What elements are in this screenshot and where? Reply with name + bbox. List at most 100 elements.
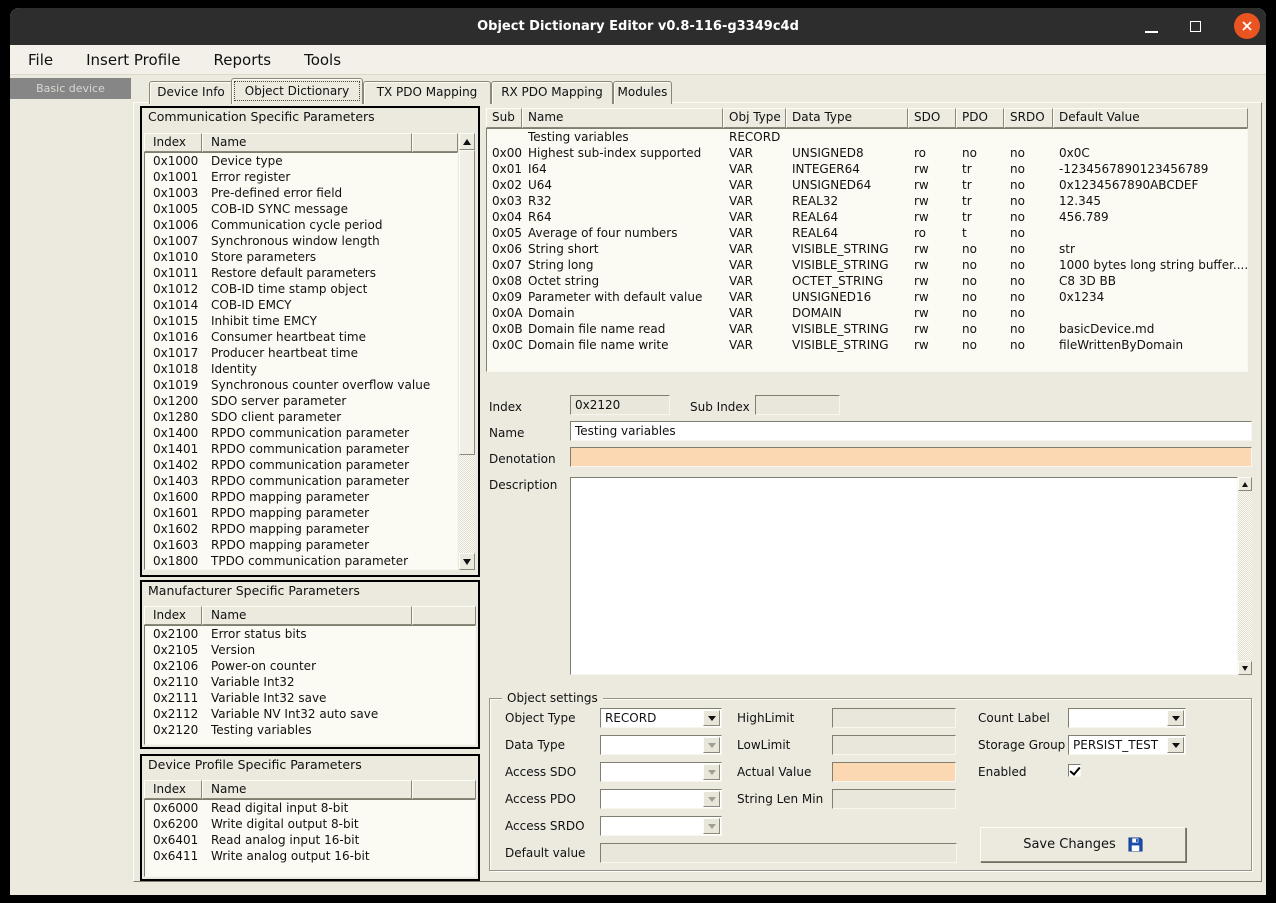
dropdown-arrow-button[interactable] — [1167, 737, 1184, 753]
list-item[interactable]: 0x2112 Variable NV Int32 auto save — [145, 706, 475, 722]
denotation-field[interactable] — [570, 447, 1252, 467]
table-row[interactable]: 0x06 String short VAR VISIBLE_STRING rw … — [487, 241, 1247, 257]
scroll-up-button[interactable] — [459, 133, 475, 150]
tab-tx-pdo-mapping[interactable]: TX PDO Mapping — [363, 81, 491, 104]
list-item[interactable]: 0x1800 TPDO communication parameter — [145, 553, 457, 569]
minimize-icon[interactable] — [1145, 31, 1158, 33]
column-header-name[interactable]: Name — [202, 133, 412, 152]
enabled-checkbox[interactable] — [1068, 764, 1081, 777]
column-header-default-value[interactable]: Default Value — [1053, 108, 1248, 128]
list-item[interactable]: 0x1017 Producer heartbeat time — [145, 345, 457, 361]
table-row[interactable]: 0x07 String long VAR VISIBLE_STRING rw n… — [487, 257, 1247, 273]
scroll-up-button[interactable] — [1238, 477, 1252, 491]
list-item[interactable]: 0x1019 Synchronous counter overflow valu… — [145, 377, 457, 393]
menu-reports[interactable]: Reports — [214, 51, 272, 69]
object-type-combobox[interactable]: RECORD — [600, 708, 722, 728]
table-row[interactable]: Testing variables RECORD — [487, 129, 1247, 145]
scrollbar-thumb[interactable] — [459, 150, 475, 455]
column-header-pdo[interactable]: PDO — [956, 108, 1004, 128]
scroll-down-button[interactable] — [459, 553, 475, 570]
menu-file[interactable]: File — [28, 51, 53, 69]
list-item[interactable]: 0x1014 COB-ID EMCY — [145, 297, 457, 313]
table-row[interactable]: 0x03 R32 VAR REAL32 rw tr no 12.345 — [487, 193, 1247, 209]
tab-object-dictionary[interactable]: Object Dictionary — [231, 78, 363, 104]
index-field[interactable]: 0x2120 — [570, 395, 670, 415]
list-item[interactable]: 0x1402 RPDO communication parameter — [145, 457, 457, 473]
list-item[interactable]: 0x1018 Identity — [145, 361, 457, 377]
list-item[interactable]: 0x2106 Power-on counter — [145, 658, 475, 674]
count-label-combobox[interactable] — [1068, 708, 1186, 728]
list-item[interactable]: 0x1015 Inhibit time EMCY — [145, 313, 457, 329]
list-item[interactable]: 0x1601 RPDO mapping parameter — [145, 505, 457, 521]
subindex-field[interactable] — [755, 395, 840, 415]
list-item[interactable]: 0x1401 RPDO communication parameter — [145, 441, 457, 457]
name-field[interactable]: Testing variables — [570, 421, 1252, 441]
list-item[interactable]: 0x2120 Testing variables — [145, 722, 475, 738]
list-item[interactable]: 0x1016 Consumer heartbeat time — [145, 329, 457, 345]
column-header-srdo[interactable]: SRDO — [1004, 108, 1053, 128]
dropdown-arrow-button[interactable] — [1167, 710, 1184, 726]
list-item[interactable]: 0x2110 Variable Int32 — [145, 674, 475, 690]
column-header-sub[interactable]: Sub — [486, 108, 522, 128]
list-item[interactable]: 0x2111 Variable Int32 save — [145, 690, 475, 706]
column-header-obj-type[interactable]: Obj Type — [723, 108, 786, 128]
description-field[interactable] — [570, 477, 1238, 675]
column-header-index[interactable]: Index — [144, 606, 202, 625]
actual-value-field[interactable] — [832, 762, 956, 782]
list-item[interactable]: 0x1603 RPDO mapping parameter — [145, 537, 457, 553]
title-bar[interactable]: Object Dictionary Editor v0.8-116-g3349c… — [10, 8, 1266, 45]
menu-insert-profile[interactable]: Insert Profile — [86, 51, 180, 69]
list-item[interactable]: 0x1001 Error register — [145, 169, 457, 185]
list-item[interactable]: 0x1200 SDO server parameter — [145, 393, 457, 409]
list-item[interactable]: 0x2100 Error status bits — [145, 626, 475, 642]
list-item[interactable]: 0x1000 Device type — [145, 153, 457, 169]
table-row[interactable]: 0x08 Octet string VAR OCTET_STRING rw no… — [487, 273, 1247, 289]
table-row[interactable]: 0x0B Domain file name read VAR VISIBLE_S… — [487, 321, 1247, 337]
list-item[interactable]: 0x1602 RPDO mapping parameter — [145, 521, 457, 537]
storage-group-combobox[interactable]: PERSIST_TEST — [1068, 735, 1186, 755]
description-scrollbar[interactable] — [1238, 477, 1252, 675]
list-item[interactable]: 0x1012 COB-ID time stamp object — [145, 281, 457, 297]
list-item[interactable]: 0x6401 Read analog input 16-bit — [145, 832, 475, 848]
tab-modules[interactable]: Modules — [613, 81, 672, 104]
dropdown-arrow-button[interactable] — [703, 710, 720, 726]
list-item[interactable]: 0x1011 Restore default parameters — [145, 265, 457, 281]
menu-tools[interactable]: Tools — [304, 51, 341, 69]
list-item[interactable]: 0x6000 Read digital input 8-bit — [145, 800, 475, 816]
column-header-data-type[interactable]: Data Type — [786, 108, 908, 128]
list-item[interactable]: 0x1003 Pre-defined error field — [145, 185, 457, 201]
list-item[interactable]: 0x1007 Synchronous window length — [145, 233, 457, 249]
list-item[interactable]: 0x1600 RPDO mapping parameter — [145, 489, 457, 505]
list-item[interactable]: 0x1006 Communication cycle period — [145, 217, 457, 233]
save-changes-button[interactable]: Save Changes — [980, 827, 1186, 862]
list-item[interactable]: 0x1280 SDO client parameter — [145, 409, 457, 425]
table-row[interactable]: 0x09 Parameter with default value VAR UN… — [487, 289, 1247, 305]
tab-device-info[interactable]: Device Info — [149, 81, 233, 104]
column-header-name[interactable]: Name — [202, 780, 412, 799]
table-row[interactable]: 0x0A Domain VAR DOMAIN rw no no — [487, 305, 1247, 321]
column-header-index[interactable]: Index — [144, 133, 202, 152]
list-item[interactable]: 0x1400 RPDO communication parameter — [145, 425, 457, 441]
table-row[interactable]: 0x05 Average of four numbers VAR REAL64 … — [487, 225, 1247, 241]
scrollbar-track[interactable] — [459, 455, 475, 553]
table-row[interactable]: 0x00 Highest sub-index supported VAR UNS… — [487, 145, 1247, 161]
scrollbar-track[interactable] — [1238, 491, 1252, 661]
scroll-down-button[interactable] — [1238, 661, 1252, 675]
list-item[interactable]: 0x1005 COB-ID SYNC message — [145, 201, 457, 217]
table-row[interactable]: 0x02 U64 VAR UNSIGNED64 rw tr no 0x12345… — [487, 177, 1247, 193]
close-button[interactable] — [1234, 13, 1260, 39]
table-row[interactable]: 0x0C Domain file name write VAR VISIBLE_… — [487, 337, 1247, 353]
column-header-sdo[interactable]: SDO — [908, 108, 956, 128]
column-header-name[interactable]: Name — [202, 606, 412, 625]
comm-params-scrollbar[interactable] — [458, 133, 476, 570]
table-row[interactable]: 0x01 I64 VAR INTEGER64 rw tr no -1234567… — [487, 161, 1247, 177]
maximize-icon[interactable] — [1190, 21, 1201, 32]
list-item[interactable]: 0x1403 RPDO communication parameter — [145, 473, 457, 489]
list-item[interactable]: 0x6200 Write digital output 8-bit — [145, 816, 475, 832]
list-item[interactable]: 0x2105 Version — [145, 642, 475, 658]
list-item[interactable]: 0x6411 Write analog output 16-bit — [145, 848, 475, 864]
column-header-name[interactable]: Name — [522, 108, 723, 128]
sidebar-item-basic-device[interactable]: Basic device — [10, 78, 131, 99]
table-row[interactable]: 0x04 R64 VAR REAL64 rw tr no 456.789 — [487, 209, 1247, 225]
column-header-index[interactable]: Index — [144, 780, 202, 799]
